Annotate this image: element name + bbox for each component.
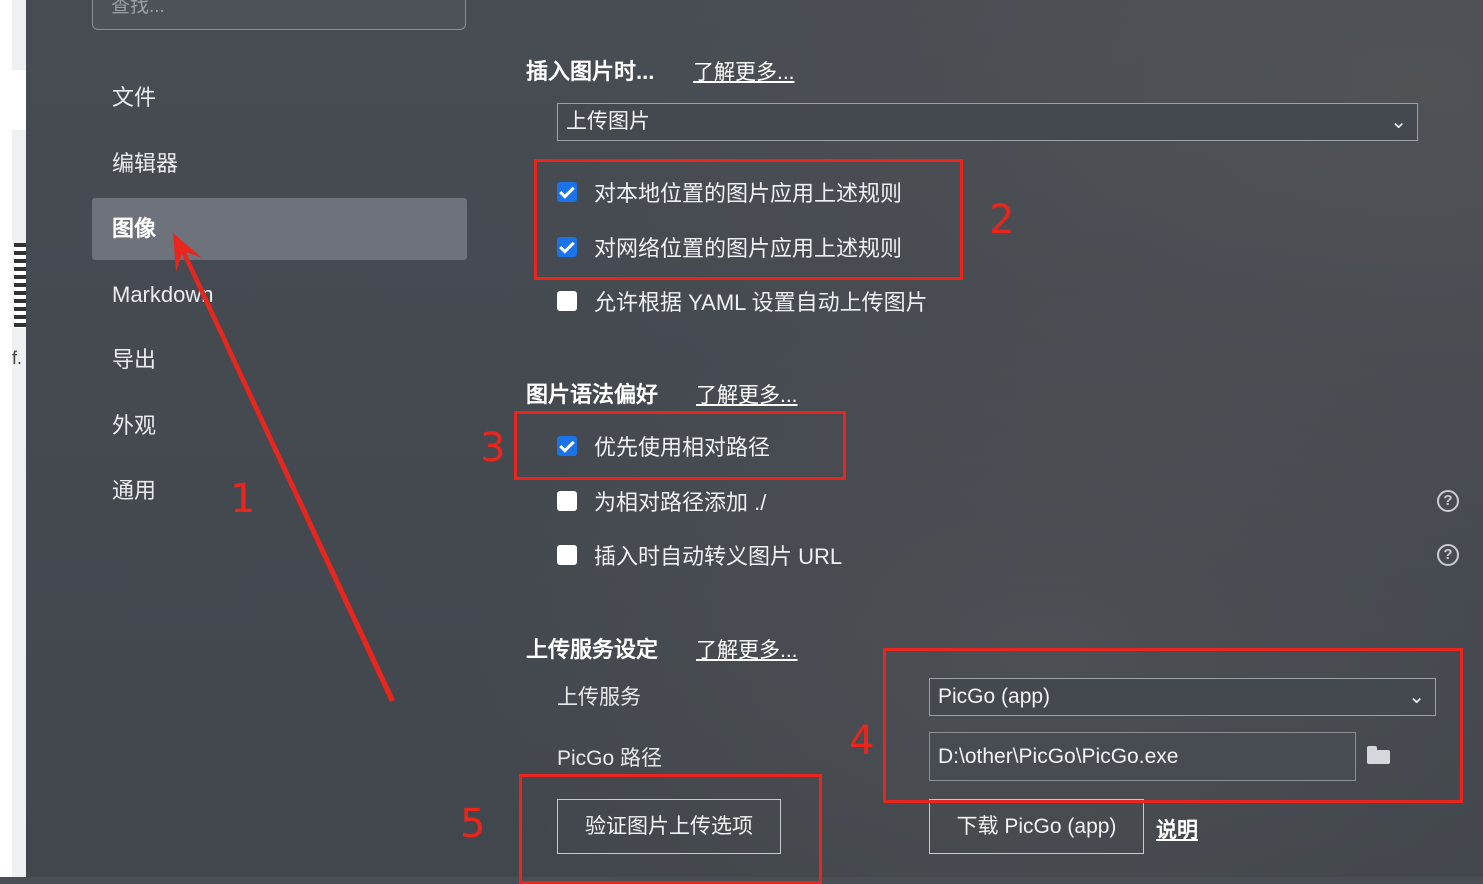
add-dot-slash-checkbox[interactable]: 为相对路径添加 ./ <box>557 486 766 516</box>
sidebar-item-export[interactable]: 导出 <box>92 329 467 391</box>
annotation-number-3: 3 <box>480 425 506 471</box>
checkbox-label: 为相对路径添加 ./ <box>594 490 767 515</box>
escape-image-url-checkbox[interactable]: 插入时自动转义图片 URL <box>557 540 842 570</box>
annotation-number-5: 5 <box>460 801 486 847</box>
help-icon[interactable]: ? <box>1437 490 1459 512</box>
insert-image-learn-more-link[interactable]: 了解更多... <box>693 56 795 86</box>
background-window-lines <box>14 243 26 328</box>
sidebar-item-appearance[interactable]: 外观 <box>92 395 467 457</box>
background-window-highlight <box>12 70 26 130</box>
annotation-number-2: 2 <box>989 197 1015 243</box>
yaml-auto-upload-checkbox[interactable]: 允许根据 YAML 设置自动上传图片 <box>557 286 928 316</box>
sidebar-item-file[interactable]: 文件 <box>92 67 467 129</box>
download-picgo-button[interactable]: 下载 PicGo (app) <box>929 799 1144 854</box>
upload-service-learn-more-link[interactable]: 了解更多... <box>696 634 798 664</box>
insert-image-action-value: 上传图片 <box>566 110 650 133</box>
annotation-number-4: 4 <box>849 718 875 764</box>
insert-image-action-select[interactable]: 上传图片 ⌄ <box>557 103 1418 141</box>
annotation-box-4 <box>883 648 1463 803</box>
sidebar-item-editor[interactable]: 编辑器 <box>92 133 467 195</box>
background-window-text: f. <box>12 348 23 368</box>
sidebar-item-general[interactable]: 通用 <box>92 460 467 522</box>
sidebar-nav: 文件 编辑器 图像 Markdown 导出 外观 通用 <box>92 67 467 526</box>
checkbox-unchecked-icon <box>557 545 577 565</box>
syntax-pref-title: 图片语法偏好 <box>526 382 659 407</box>
sidebar-item-markdown[interactable]: Markdown <box>92 264 467 326</box>
annotation-box-2 <box>534 159 963 280</box>
background-window-edge: f. <box>0 0 26 877</box>
chevron-down-icon: ⌄ <box>1390 111 1407 133</box>
help-icon[interactable]: ? <box>1437 544 1459 566</box>
upload-service-label: 上传服务 <box>557 686 641 709</box>
checkbox-label: 插入时自动转义图片 URL <box>594 544 843 569</box>
picgo-docs-link[interactable]: 说明 <box>1156 814 1198 844</box>
sidebar-item-image[interactable]: 图像 <box>92 198 467 260</box>
checkbox-label: 允许根据 YAML 设置自动上传图片 <box>594 290 928 315</box>
background-window-panel <box>12 0 26 877</box>
checkbox-unchecked-icon <box>557 291 577 311</box>
upload-service-title: 上传服务设定 <box>526 637 659 662</box>
picgo-path-label: PicGo 路径 <box>557 747 663 770</box>
insert-image-title: 插入图片时... <box>526 59 655 84</box>
search-input[interactable]: 查找... <box>92 0 466 30</box>
annotation-number-1: 1 <box>230 476 256 522</box>
annotation-box-3 <box>514 411 846 480</box>
annotation-box-5 <box>519 774 822 884</box>
checkbox-unchecked-icon <box>557 491 577 511</box>
preferences-window: 查找... 文件 编辑器 图像 Markdown 导出 外观 通用 插入图片时.… <box>26 0 1483 884</box>
syntax-pref-learn-more-link[interactable]: 了解更多... <box>696 379 798 409</box>
